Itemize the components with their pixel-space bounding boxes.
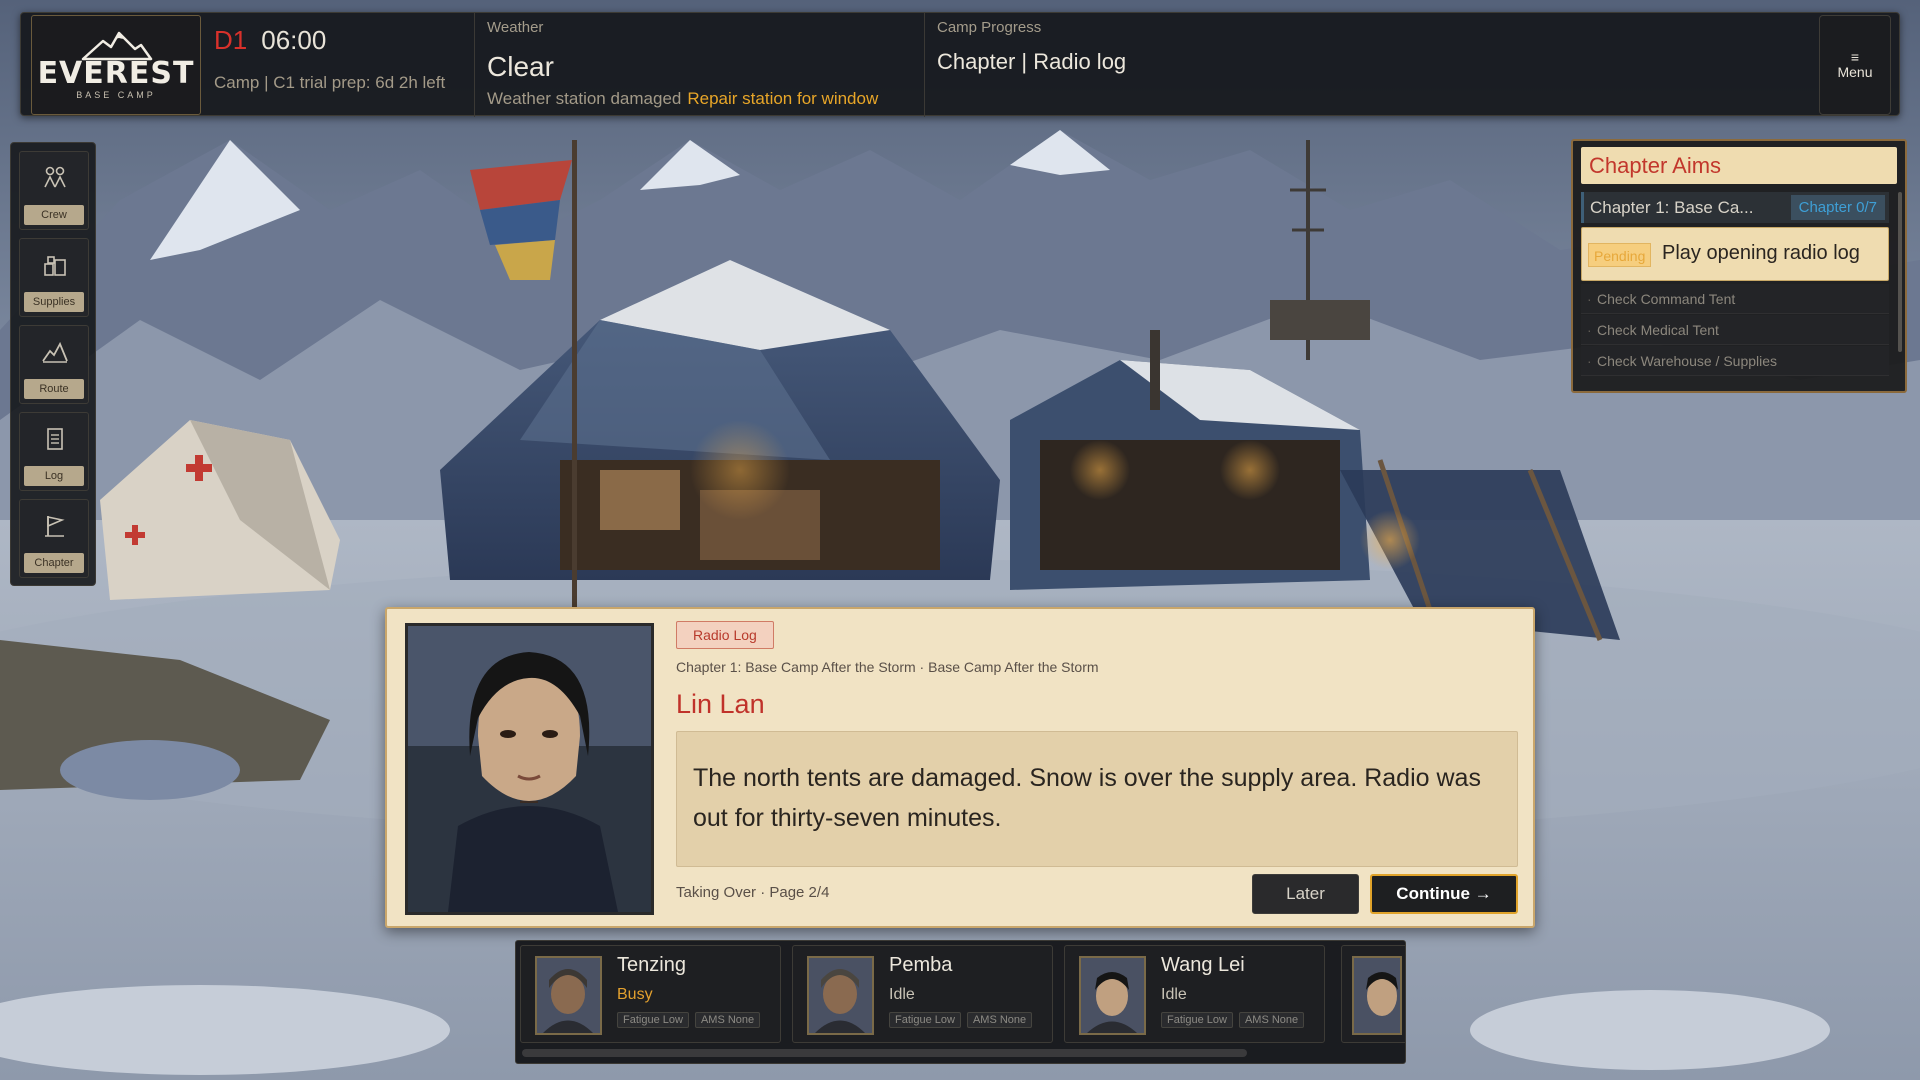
sidebar-item-chapter[interactable]: Chapter (19, 499, 89, 578)
divider (924, 13, 925, 117)
radio-log-dialog: Radio Log Chapter 1: Base Camp After the… (385, 607, 1535, 928)
pending-aim[interactable]: Pending Play opening radio log (1581, 227, 1889, 281)
crew-status: Busy (617, 986, 653, 1003)
fatigue-tag: Fatigue Low (1161, 1012, 1233, 1028)
speaker-portrait (405, 623, 654, 915)
divider (474, 13, 475, 117)
crew-icon (41, 164, 69, 192)
route-icon (41, 338, 69, 366)
aim-item[interactable]: Check Command Tent (1581, 284, 1889, 314)
camp-timer-info: Camp | C1 trial prep: 6d 2h left (214, 73, 446, 92)
crew-avatar (1079, 956, 1146, 1035)
hamburger-icon: ≡ (1850, 49, 1860, 65)
top-status-bar: EVEREST BASE CAMP D1 06:00 Camp | C1 tria… (20, 12, 1900, 117)
weather-value: Clear (487, 51, 554, 82)
crew-scrollbar[interactable] (522, 1049, 1247, 1057)
chapter-name: Chapter 1: Base Ca... (1590, 198, 1754, 217)
crew-roster-bar: Tenzing Busy Fatigue Low AMS None Pemba … (515, 940, 1406, 1064)
fatigue-tag: Fatigue Low (889, 1012, 961, 1028)
sidebar-item-label: Supplies (24, 292, 84, 312)
sidebar-item-label: Chapter (24, 553, 84, 573)
crew-status: Idle (1161, 986, 1187, 1003)
crew-card-pemba[interactable]: Pemba Idle Fatigue Low AMS None (792, 945, 1053, 1043)
everest-base-camp-logo: EVEREST BASE CAMP (31, 15, 201, 115)
sidebar-item-label: Route (24, 379, 84, 399)
menu-button[interactable]: ≡ Menu (1819, 15, 1891, 115)
chapter-aims-panel: Chapter Aims Chapter 1: Base Ca... Chapt… (1571, 139, 1907, 393)
crew-name: Wang Lei (1161, 954, 1245, 976)
crew-card-tenzing[interactable]: Tenzing Busy Fatigue Low AMS None (520, 945, 781, 1043)
camp-progress-label: Camp Progress (937, 19, 1042, 36)
continue-button[interactable]: Continue → (1370, 874, 1518, 914)
ams-tag: AMS None (1238, 1012, 1305, 1028)
left-nav-sidebar: Crew Supplies Route Log Chapter (10, 142, 96, 586)
day-time-display: D1 06:00 (214, 25, 326, 56)
sidebar-item-log[interactable]: Log (19, 412, 89, 491)
repair-station-link[interactable]: Repair station for window (687, 89, 878, 108)
weather-label: Weather (487, 19, 544, 36)
ams-tag: AMS None (966, 1012, 1033, 1028)
sidebar-item-label: Log (24, 466, 84, 486)
crew-avatar (1352, 956, 1402, 1035)
crew-name: Tenzing (617, 954, 686, 976)
dialog-subtitle: Chapter 1: Base Camp After the Storm · B… (676, 659, 1099, 675)
pending-aim-text: Play opening radio log (1662, 242, 1860, 264)
dialog-page-info: Taking Over · Page 2/4 (676, 884, 830, 901)
speaker-name: Lin Lan (676, 689, 765, 719)
menu-label: Menu (1837, 64, 1873, 80)
day-counter: D1 (214, 25, 248, 55)
chapter-selector[interactable]: Chapter 1: Base Ca... Chapter 0/7 (1581, 192, 1889, 223)
fatigue-tag: Fatigue Low (617, 1012, 689, 1028)
chapter-progress-count: Chapter 0/7 (1790, 195, 1885, 220)
crew-card-partial[interactable] (1341, 945, 1405, 1043)
logo-title: EVEREST (37, 55, 195, 91)
flag-icon (41, 512, 69, 540)
crew-avatar (535, 956, 602, 1035)
crew-card-wang-lei[interactable]: Wang Lei Idle Fatigue Low AMS None (1064, 945, 1325, 1043)
radio-log-tag: Radio Log (676, 621, 774, 649)
sidebar-item-crew[interactable]: Crew (19, 151, 89, 230)
ams-tag: AMS None (694, 1012, 761, 1028)
supplies-icon (41, 251, 69, 279)
weather-warning: Weather station damaged Repair station fo… (487, 89, 878, 109)
sidebar-item-supplies[interactable]: Supplies (19, 238, 89, 317)
sidebar-item-label: Crew (24, 205, 84, 225)
crew-status: Idle (889, 986, 915, 1003)
crew-avatar (807, 956, 874, 1035)
aims-scrollbar[interactable] (1898, 192, 1902, 352)
aim-item[interactable]: Check Warehouse / Supplies (1581, 346, 1889, 376)
dialog-text: The north tents are damaged. Snow is ove… (676, 731, 1518, 867)
pending-badge: Pending (1588, 243, 1652, 267)
crew-name: Pemba (889, 954, 953, 976)
sidebar-item-route[interactable]: Route (19, 325, 89, 404)
chapter-aims-title: Chapter Aims (1581, 147, 1897, 184)
camp-progress-value: Chapter | Radio log (937, 49, 1127, 74)
later-button[interactable]: Later (1252, 874, 1359, 914)
clock-time: 06:00 (261, 25, 327, 55)
aim-item[interactable]: Check Medical Tent (1581, 315, 1889, 345)
logo-subtitle: BASE CAMP (76, 89, 156, 100)
log-icon (41, 425, 69, 453)
weather-warning-text: Weather station damaged (487, 89, 682, 108)
